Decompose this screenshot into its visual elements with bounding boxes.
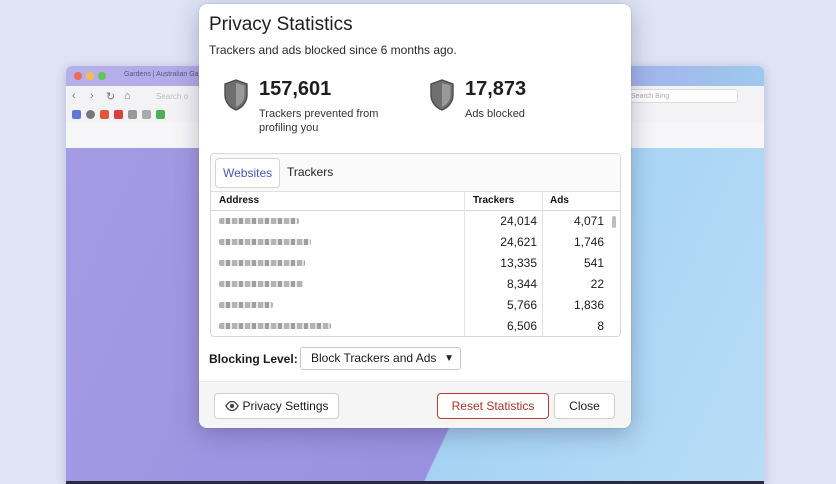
- ads-cell: 1,836: [573, 298, 604, 312]
- reset-statistics-button[interactable]: Reset Statistics: [437, 393, 549, 419]
- ads-cell: 22: [590, 277, 604, 291]
- back-icon[interactable]: ‹: [72, 90, 76, 102]
- dialog-subtitle: Trackers and ads blocked since 6 months …: [209, 43, 457, 57]
- dialog-footer: Privacy Settings Reset Statistics Close: [199, 381, 631, 428]
- trackers-label: Trackers prevented from profiling you: [259, 108, 379, 134]
- table-scrollbar[interactable]: [612, 216, 616, 228]
- privacy-statistics-dialog: Privacy Statistics Trackers and ads bloc…: [199, 4, 631, 428]
- column-header-address[interactable]: Address: [219, 195, 259, 206]
- browser-search-field[interactable]: Search Bing: [618, 89, 738, 103]
- close-window-icon[interactable]: [74, 72, 82, 80]
- table-row[interactable]: 6,506 8: [211, 316, 620, 336]
- trackers-count: 157,601: [259, 78, 332, 100]
- bookmark-icon[interactable]: [72, 110, 81, 119]
- maximize-window-icon[interactable]: [98, 72, 106, 80]
- table-body: 24,014 4,071 24,621 1,746 13,335 541 8,3…: [211, 211, 620, 336]
- blocking-level-label: Blocking Level:: [209, 352, 298, 366]
- blurred-address: [219, 260, 305, 266]
- home-icon[interactable]: ⌂: [124, 90, 131, 102]
- trackers-cell: 8,344: [506, 277, 537, 291]
- bookmark-icon[interactable]: [156, 110, 165, 119]
- table-row[interactable]: 24,621 1,746: [211, 232, 620, 253]
- tab-websites[interactable]: Websites: [215, 158, 281, 188]
- blocking-level-select[interactable]: Block Trackers and Ads ▼: [300, 347, 461, 370]
- tab-trackers[interactable]: Trackers: [280, 158, 340, 186]
- ads-cell: 1,746: [573, 235, 604, 249]
- table-row[interactable]: 5,766 1,836: [211, 295, 620, 316]
- column-header-trackers[interactable]: Trackers: [473, 195, 514, 206]
- blurred-address: [219, 218, 299, 224]
- trackers-cell: 24,621: [500, 235, 537, 249]
- bookmark-icon[interactable]: [114, 110, 123, 119]
- reload-icon[interactable]: ↻: [106, 90, 115, 103]
- forward-icon[interactable]: ›: [90, 90, 94, 102]
- dropdown-caret-icon: ▼: [444, 353, 454, 364]
- table-tabs: Websites Trackers: [211, 154, 620, 192]
- trackers-cell: 13,335: [500, 256, 537, 270]
- browser-tab-title[interactable]: Gardens | Australian Gar: [124, 71, 201, 78]
- trackers-cell: 6,506: [506, 319, 537, 333]
- ads-label: Ads blocked: [465, 108, 525, 120]
- close-button[interactable]: Close: [554, 393, 615, 419]
- minimize-window-icon[interactable]: [86, 72, 94, 80]
- table-row[interactable]: 8,344 22: [211, 274, 620, 295]
- bookmark-icon[interactable]: [128, 110, 137, 119]
- blurred-address: [219, 302, 273, 308]
- table-row[interactable]: 13,335 541: [211, 253, 620, 274]
- privacy-settings-button[interactable]: Privacy Settings: [214, 393, 339, 419]
- table-header: Address Trackers Ads: [211, 192, 620, 211]
- shield-icon: [430, 79, 454, 111]
- ads-cell: 8: [597, 319, 604, 333]
- statistics-table: Websites Trackers Address Trackers Ads 2…: [210, 153, 621, 337]
- privacy-settings-label: Privacy Settings: [242, 399, 329, 413]
- blurred-address: [219, 239, 311, 245]
- address-bar[interactable]: Search o: [156, 92, 188, 101]
- ads-count: 17,873: [465, 78, 527, 100]
- table-row[interactable]: 24,014 4,071: [211, 211, 620, 232]
- bookmark-icon[interactable]: [142, 110, 151, 119]
- trackers-cell: 24,014: [500, 214, 537, 228]
- column-header-ads[interactable]: Ads: [550, 195, 569, 206]
- eye-icon: [225, 400, 239, 412]
- bookmark-icon[interactable]: [86, 110, 95, 119]
- shield-icon: [224, 79, 248, 111]
- bookmark-icon[interactable]: [100, 110, 109, 119]
- ads-cell: 541: [583, 256, 604, 270]
- blocking-level-value: Block Trackers and Ads: [311, 351, 437, 365]
- trackers-cell: 5,766: [506, 298, 537, 312]
- blurred-address: [219, 323, 331, 329]
- dialog-title: Privacy Statistics: [209, 14, 353, 35]
- blurred-address: [219, 281, 303, 287]
- ads-cell: 4,071: [573, 214, 604, 228]
